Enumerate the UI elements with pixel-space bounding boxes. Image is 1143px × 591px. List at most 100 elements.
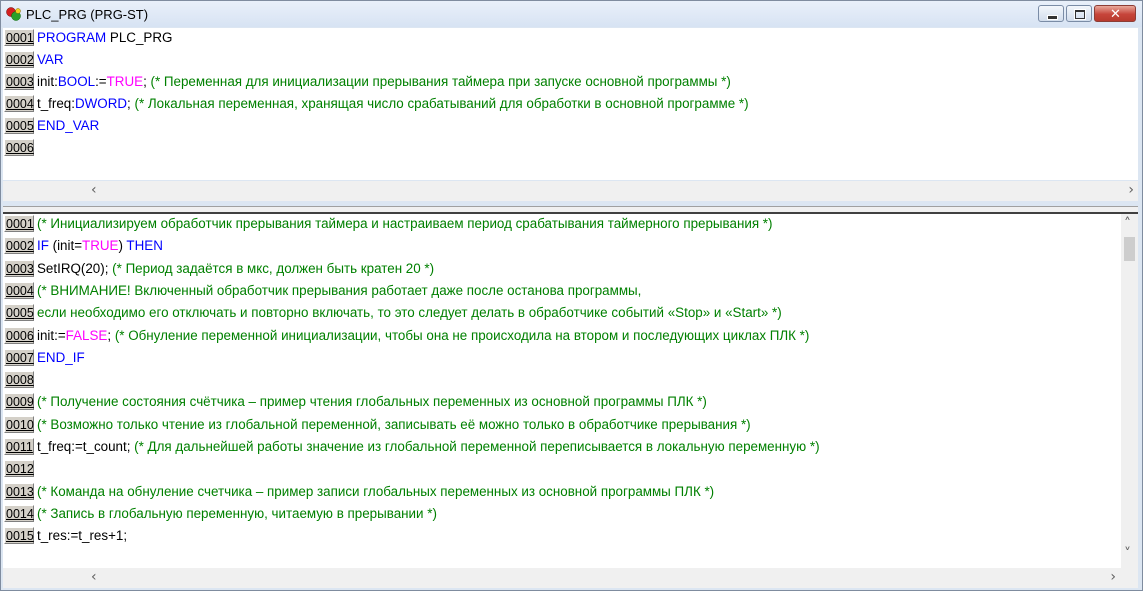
- scroll-left-icon[interactable]: ‹: [91, 182, 97, 198]
- code-line[interactable]: 0007 END_IF: [3, 348, 1138, 368]
- declaration-horizontal-scrollbar[interactable]: ‹ ›: [3, 181, 1138, 201]
- line-number: 0001: [4, 215, 34, 232]
- code-text[interactable]: (* Инициализируем обработчик прерывания …: [37, 214, 772, 233]
- line-number: 0006: [4, 326, 34, 344]
- line-number: 0012: [4, 460, 34, 478]
- line-number: 0004: [4, 281, 34, 299]
- code-text[interactable]: PROGRAM PLC_PRG: [37, 28, 172, 47]
- scroll-right-icon[interactable]: ›: [1110, 569, 1116, 585]
- code-comment: (* ВНИМАНИЕ! Включенный обработчик преры…: [37, 282, 642, 298]
- close-icon: ✕: [1110, 7, 1121, 22]
- code-text[interactable]: если необходимо его отключать и повторно…: [37, 303, 782, 322]
- code-text[interactable]: (* ВНИМАНИЕ! Включенный обработчик преры…: [37, 281, 641, 300]
- code-line[interactable]: 0004 t_freq:DWORD; (* Локальная переменн…: [3, 94, 1138, 114]
- code-text[interactable]: END_VAR: [37, 116, 99, 135]
- code-text[interactable]: END_IF: [37, 348, 85, 367]
- code-line[interactable]: 0013 (* Команда на обнуление счетчика – п…: [3, 482, 1138, 502]
- window-title: PLC_PRG (PRG-ST): [26, 7, 149, 22]
- code-keyword: VAR: [37, 52, 64, 67]
- vertical-scroll-thumb[interactable]: [1124, 237, 1135, 261]
- line-number: 0005: [4, 117, 34, 134]
- line-number: 0003: [4, 73, 34, 90]
- code-comment: (* Локальная переменная, хранящая число …: [134, 96, 749, 111]
- code-line[interactable]: 0012: [3, 459, 1138, 479]
- code-line[interactable]: 0008: [3, 370, 1138, 390]
- code-line[interactable]: 0002 VAR: [3, 50, 1138, 70]
- line-number: 0008: [4, 371, 34, 389]
- line-number: 0002: [4, 237, 34, 255]
- line-number: 0010: [4, 415, 34, 433]
- code-text[interactable]: t_freq:=t_count; (* Для дальнейшей работ…: [37, 437, 820, 456]
- code-line[interactable]: 0005 если необходимо его отключать и пов…: [3, 303, 1138, 323]
- code-comment: (* Получение состояния счётчика – пример…: [37, 394, 707, 410]
- code-line[interactable]: 0001 PROGRAM PLC_PRG: [3, 28, 1138, 48]
- scroll-right-icon[interactable]: ›: [1128, 182, 1134, 198]
- scroll-down-icon[interactable]: ˅: [1124, 546, 1131, 562]
- code-token: :=: [95, 74, 107, 89]
- line-number: 0001: [4, 29, 34, 46]
- code-keyword: END_IF: [37, 349, 85, 365]
- code-text[interactable]: VAR: [37, 50, 64, 69]
- code-token: (init=: [48, 238, 83, 254]
- code-text[interactable]: (* Команда на обнуление счетчика – приме…: [37, 482, 714, 501]
- code-keyword: PROGRAM: [37, 30, 107, 45]
- code-text[interactable]: init:=FALSE; (* Обнуление переменной ини…: [37, 326, 809, 345]
- resize-grip[interactable]: [1121, 568, 1138, 588]
- scroll-left-icon[interactable]: ‹: [91, 569, 97, 585]
- code-line[interactable]: 0014 (* Запись в глобальную переменную, ч…: [3, 504, 1138, 524]
- line-number: 0007: [4, 348, 34, 366]
- code-token: t_res:=t_res+1;: [37, 528, 128, 544]
- code-token: init:: [37, 74, 58, 89]
- code-line[interactable]: 0015 t_res:=t_res+1;: [3, 526, 1138, 546]
- window-controls: ✕: [1038, 5, 1136, 23]
- code-token: ;: [127, 96, 135, 111]
- body-vertical-scrollbar[interactable]: ˄ ˅: [1121, 214, 1138, 568]
- code-line[interactable]: 0009 (* Получение состояния счётчика – пр…: [3, 392, 1138, 412]
- body-horizontal-scrollbar[interactable]: ‹ ›: [3, 568, 1138, 588]
- code-line[interactable]: 0005 END_VAR: [3, 116, 1138, 136]
- code-line[interactable]: 0004 (* ВНИМАНИЕ! Включенный обработчик …: [3, 281, 1138, 301]
- code-text[interactable]: (* Возможно только чтение из глобальной …: [37, 415, 751, 434]
- scroll-up-icon[interactable]: ˄: [1124, 216, 1131, 232]
- maximize-button[interactable]: [1066, 5, 1092, 22]
- code-keyword: BOOL: [57, 74, 96, 89]
- code-token: init:=: [37, 327, 66, 343]
- code-comment: (* Команда на обнуление счетчика – приме…: [37, 483, 715, 499]
- code-text[interactable]: IF (init=TRUE) THEN: [37, 236, 163, 255]
- line-number: 0009: [4, 393, 34, 411]
- minimize-button[interactable]: [1038, 5, 1064, 22]
- code-line[interactable]: 0006: [3, 138, 1138, 158]
- code-line[interactable]: 0001 (* Инициализируем обработчик прерыва…: [3, 214, 1138, 234]
- body-editor[interactable]: 0001 (* Инициализируем обработчик прерыва…: [3, 214, 1138, 568]
- line-number: 0015: [4, 527, 34, 545]
- close-button[interactable]: ✕: [1094, 5, 1136, 22]
- title-bar[interactable]: PLC_PRG (PRG-ST) ✕: [1, 1, 1142, 27]
- code-line[interactable]: 0010 (* Возможно только чтение из глобаль…: [3, 415, 1138, 435]
- code-line[interactable]: 0011 t_freq:=t_count; (* Для дальнейшей р…: [3, 437, 1138, 457]
- code-token: t_freq:=t_count;: [37, 439, 135, 454]
- code-literal: TRUE: [82, 238, 119, 254]
- code-keyword: END_VAR: [37, 118, 100, 133]
- code-comment: (* Для дальнейшей работы значение из гло…: [134, 439, 820, 454]
- code-token: SetIRQ(20);: [37, 260, 113, 276]
- pane-splitter[interactable]: [3, 206, 1138, 214]
- code-comment: (* Обнуление переменной инициализации, ч…: [114, 327, 810, 343]
- code-line[interactable]: 0006 init:=FALSE; (* Обнуление переменно…: [3, 326, 1138, 346]
- code-text[interactable]: (* Получение состояния счётчика – пример…: [37, 392, 707, 411]
- code-token: PLC_PRG: [106, 30, 173, 45]
- line-number: 0011: [4, 438, 34, 455]
- code-text[interactable]: t_freq:DWORD; (* Локальная переменная, х…: [37, 94, 749, 113]
- code-line[interactable]: 0003 SetIRQ(20); (* Период задаётся в мк…: [3, 259, 1138, 279]
- code-text[interactable]: (* Запись в глобальную переменную, читае…: [37, 504, 437, 523]
- code-text[interactable]: init:BOOL:=TRUE; (* Переменная для иници…: [37, 72, 731, 91]
- code-line[interactable]: 0003 init:BOOL:=TRUE; (* Переменная для …: [3, 72, 1138, 92]
- declaration-editor[interactable]: 0001 PROGRAM PLC_PRG 0002 VAR 0003 init:BOOL…: [3, 28, 1138, 180]
- code-text[interactable]: SetIRQ(20); (* Период задаётся в мкс, до…: [37, 259, 434, 278]
- code-line[interactable]: 0002 IF (init=TRUE) THEN: [3, 236, 1138, 256]
- code-text[interactable]: t_res:=t_res+1;: [37, 526, 127, 545]
- line-number: 0002: [4, 51, 34, 68]
- minimize-icon: [1047, 15, 1058, 20]
- code-comment: (* Возможно только чтение из глобальной …: [37, 416, 751, 432]
- code-keyword: DWORD: [74, 96, 128, 111]
- line-number: 0006: [4, 139, 34, 156]
